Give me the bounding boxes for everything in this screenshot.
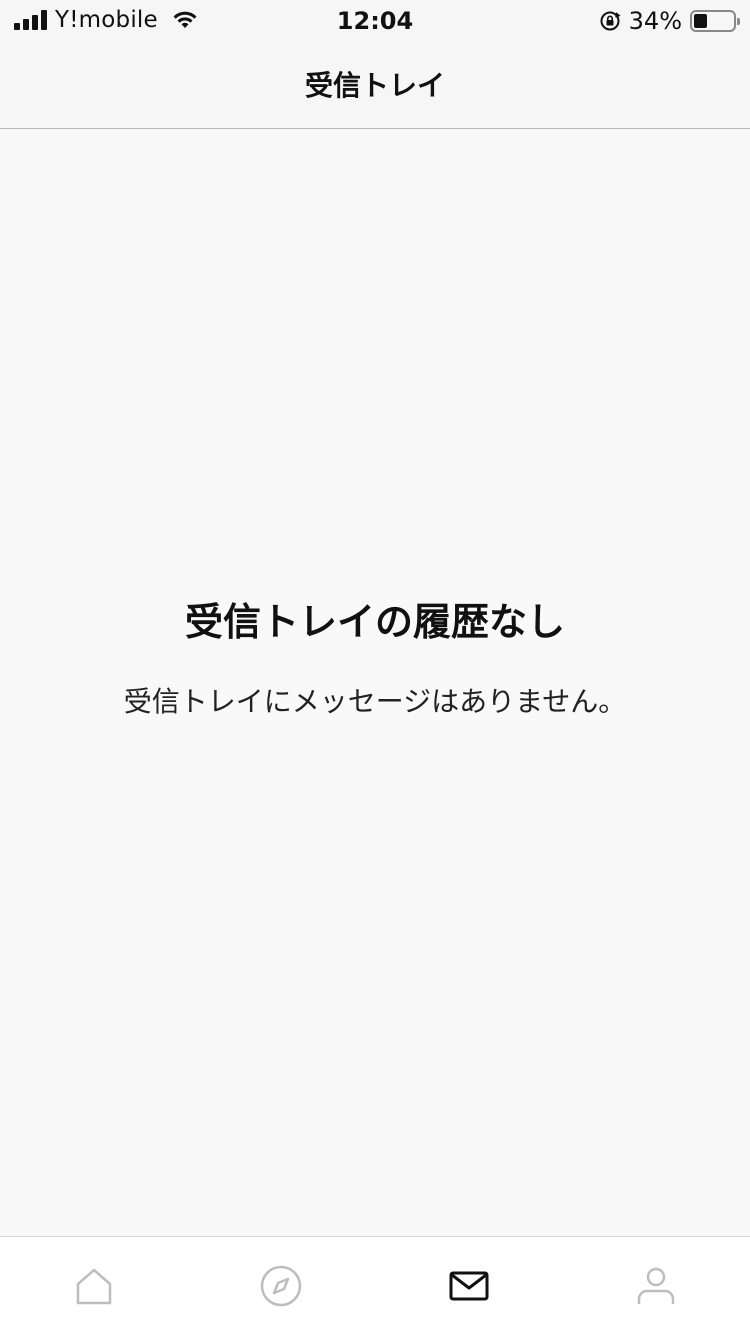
mail-icon (449, 1271, 489, 1300)
status-right: 34% (599, 7, 740, 35)
tab-profile[interactable] (563, 1237, 750, 1334)
empty-state: 受信トレイの履歴なし 受信トレイにメッセージはありません。 (100, 596, 650, 732)
tab-explore[interactable] (188, 1237, 376, 1334)
home-icon (76, 1268, 111, 1304)
inbox-content: 受信トレイの履歴なし 受信トレイにメッセージはありません。 (0, 130, 750, 1236)
tab-home[interactable] (0, 1237, 188, 1334)
empty-state-title: 受信トレイの履歴なし (184, 600, 565, 644)
nav-header: 受信トレイ (0, 40, 750, 129)
status-bar: Y!mobile 12:04 34% (0, 0, 750, 40)
battery-percent: 34% (628, 7, 682, 35)
tab-bar (0, 1236, 750, 1334)
battery-fill (694, 14, 707, 28)
profile-icon (638, 1267, 675, 1304)
page-title: 受信トレイ (304, 69, 445, 102)
empty-state-message: 受信トレイにメッセージはありません。 (123, 685, 627, 718)
battery-icon (690, 10, 740, 32)
rotation-lock-icon (600, 11, 621, 31)
compass-icon (261, 1265, 302, 1306)
tab-inbox[interactable] (375, 1237, 563, 1334)
